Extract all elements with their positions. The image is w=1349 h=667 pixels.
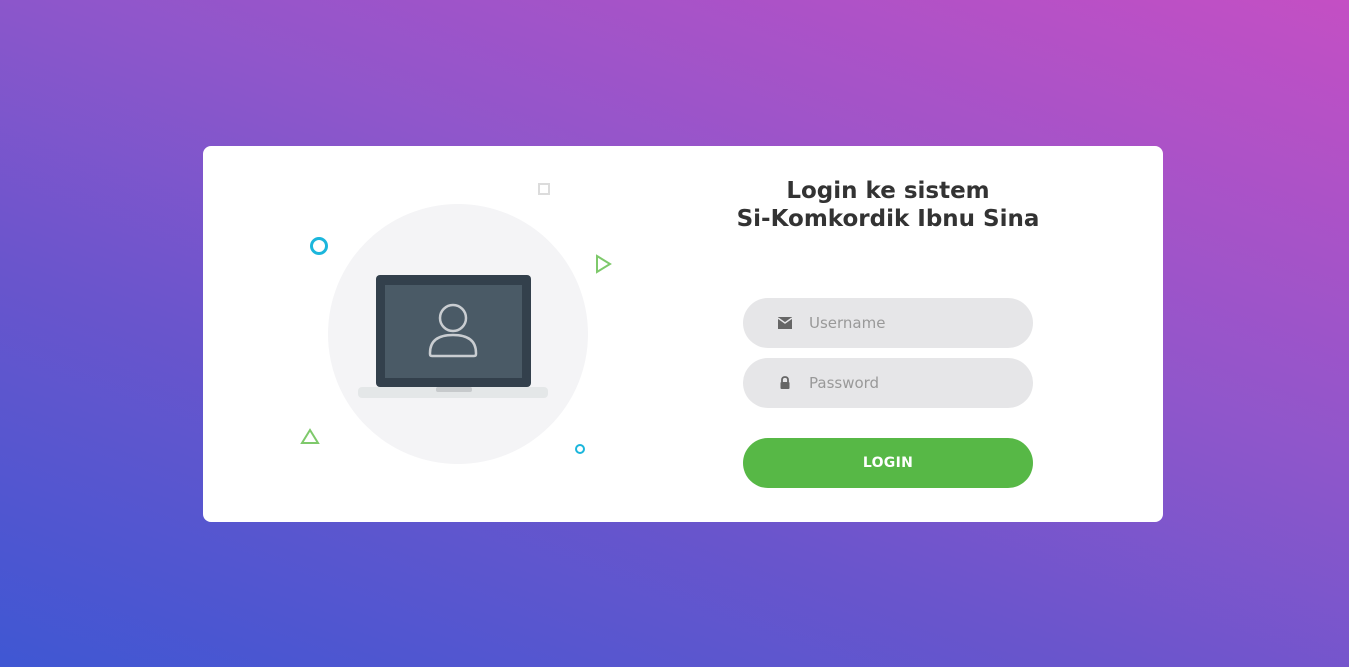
login-button[interactable]: LOGIN <box>743 438 1033 488</box>
login-title-line-2: Si-Komkordik Ibnu Sina <box>736 206 1040 232</box>
password-field[interactable] <box>743 358 1033 408</box>
username-field[interactable] <box>743 298 1033 348</box>
login-illustration <box>203 146 683 522</box>
square-decoration-icon <box>538 183 550 195</box>
small-ring-decoration-icon <box>575 444 585 454</box>
login-form: Login ke sistem Si-Komkordik Ibnu Sina L… <box>683 146 1163 522</box>
username-input[interactable] <box>809 298 1009 348</box>
ring-decoration-icon <box>310 237 328 255</box>
triangle-right-decoration-icon <box>596 254 612 274</box>
laptop-user-icon <box>358 275 548 398</box>
triangle-up-decoration-icon <box>300 428 320 444</box>
envelope-icon <box>777 317 793 329</box>
login-title-line-1: Login ke sistem <box>786 178 990 204</box>
login-card: Login ke sistem Si-Komkordik Ibnu Sina L… <box>203 146 1163 522</box>
login-title: Login ke sistem Si-Komkordik Ibnu Sina <box>683 177 1093 233</box>
lock-icon <box>780 376 790 389</box>
password-input[interactable] <box>809 358 1009 408</box>
